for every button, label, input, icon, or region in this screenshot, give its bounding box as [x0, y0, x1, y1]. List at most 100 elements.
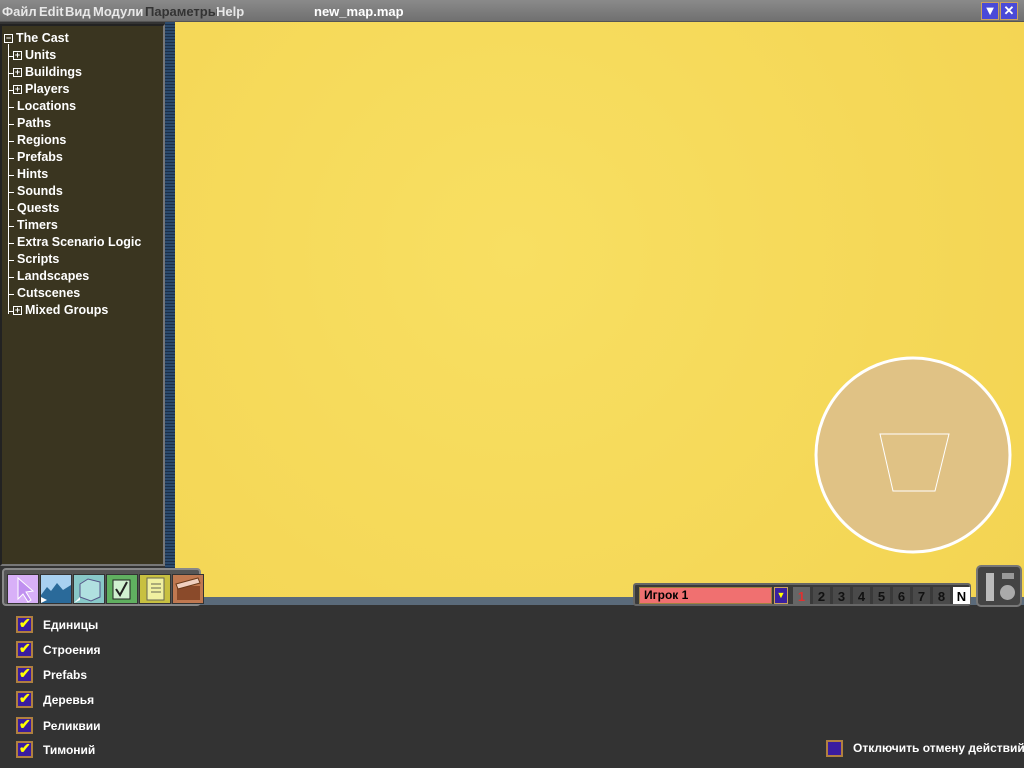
notes-tool-button[interactable] [139, 574, 171, 604]
tree-item[interactable]: + Units [13, 48, 56, 62]
terrain-tool-button[interactable] [40, 574, 72, 604]
tree-connector [8, 107, 14, 108]
undo-disable-label: Отключить отмену действий [853, 741, 1024, 755]
checkmark-icon: ✔ [19, 690, 31, 706]
tree-item[interactable]: Hints [17, 167, 48, 181]
checkmark-icon: ✔ [19, 615, 31, 631]
tree-item[interactable]: Locations [17, 99, 76, 113]
player-number-button[interactable]: N [953, 587, 970, 604]
tree-item[interactable]: Paths [17, 116, 51, 130]
tree-root-label: The Cast [16, 31, 69, 45]
window-title: new_map.map [314, 4, 404, 19]
checkmark-icon: ✔ [19, 665, 31, 681]
player-number-button[interactable]: 4 [853, 587, 870, 604]
player-number-button[interactable]: 6 [893, 587, 910, 604]
expand-icon[interactable]: + [13, 306, 22, 315]
chevron-down-icon: ▼ [983, 3, 997, 18]
player-number-button[interactable]: 8 [933, 587, 950, 604]
tool-palette [2, 568, 204, 606]
collapse-icon[interactable]: − [4, 34, 13, 43]
zoom-slider[interactable] [986, 573, 994, 601]
tree-connector [8, 260, 14, 261]
tree-connector [8, 192, 14, 193]
filter-checkbox[interactable]: ✔ [16, 716, 33, 734]
tree-item-label: Scripts [17, 252, 60, 266]
menu-modules[interactable]: Модули [93, 4, 143, 19]
select-tool-button[interactable] [7, 574, 39, 604]
tree-item-label: Cutscenes [17, 286, 81, 300]
arrow-cursor-icon [17, 576, 35, 603]
player-number-button[interactable]: 3 [833, 587, 850, 604]
tree-connector [8, 294, 14, 295]
cutscene-tool-button[interactable] [172, 574, 204, 604]
triggers-tool-button[interactable] [106, 574, 138, 604]
tree-item[interactable]: Regions [17, 133, 66, 147]
tree-root[interactable]: − The Cast [4, 31, 69, 45]
rotate-button[interactable] [1000, 585, 1015, 600]
view-controls[interactable] [976, 565, 1022, 607]
tree-line [8, 44, 9, 314]
toggle-button[interactable] [1002, 573, 1014, 579]
tree-connector [8, 124, 14, 125]
tree-item[interactable]: + Mixed Groups [13, 303, 108, 317]
tree-item[interactable]: Prefabs [17, 150, 63, 164]
cube-icon [74, 578, 101, 603]
player-number-button[interactable]: 2 [813, 587, 830, 604]
checkmark-icon: ✔ [19, 716, 31, 732]
tree-item[interactable]: Sounds [17, 184, 63, 198]
menu-edit[interactable]: Edit [39, 4, 64, 19]
tree-item-label: Units [25, 48, 57, 62]
player-number-button[interactable]: 1 [793, 587, 810, 604]
checkmark-icon: ✔ [19, 740, 31, 756]
tree-item-label: Players [25, 82, 70, 96]
filter-checkbox[interactable]: ✔ [16, 690, 33, 708]
tree-item-label: Mixed Groups [25, 303, 109, 317]
minimize-button[interactable]: ▼ [981, 2, 999, 20]
close-button[interactable]: ✕ [1000, 2, 1018, 20]
tree-connector [8, 226, 14, 227]
player-select[interactable]: Игрок 1 [639, 587, 772, 604]
filter-checkbox[interactable]: ✔ [16, 740, 33, 758]
menu-help[interactable]: Help [216, 4, 244, 19]
tree-item[interactable]: Quests [17, 201, 59, 215]
map-canvas[interactable] [175, 22, 1024, 598]
filter-label: Строения [43, 643, 101, 657]
menu-file[interactable]: Файл [2, 4, 37, 19]
filter-checkbox[interactable]: ✔ [16, 615, 33, 633]
player-number-button[interactable]: 5 [873, 587, 890, 604]
tree-item[interactable]: Landscapes [17, 269, 89, 283]
tree-item[interactable]: Scripts [17, 252, 59, 266]
player-bar: Игрок 1 ▼ 12345678N [633, 583, 971, 606]
filter-label: Тимоний [43, 743, 96, 757]
tree-item-label: Regions [17, 133, 67, 147]
expand-icon[interactable]: + [13, 68, 22, 77]
tree-connector [8, 158, 14, 159]
tree-item-label: Timers [17, 218, 58, 232]
tree-item[interactable]: + Buildings [13, 65, 82, 79]
tree-item-label: Prefabs [17, 150, 63, 164]
filter-checkbox[interactable]: ✔ [16, 665, 33, 683]
tree-item[interactable]: + Players [13, 82, 69, 96]
tree-item-label: Hints [17, 167, 49, 181]
mountain-icon [41, 583, 71, 603]
player-dropdown-button[interactable]: ▼ [774, 587, 788, 604]
expand-icon[interactable]: + [13, 85, 22, 94]
minimap-circle [814, 356, 1012, 554]
tree-connector [8, 175, 14, 176]
tree-item-label: Quests [17, 201, 60, 215]
tree-connector [8, 277, 14, 278]
undo-disable-checkbox[interactable] [826, 740, 843, 757]
tree-item[interactable]: Timers [17, 218, 58, 232]
tree-item[interactable]: Cutscenes [17, 286, 80, 300]
filter-checkbox[interactable]: ✔ [16, 640, 33, 658]
tree-item[interactable]: Extra Scenario Logic [17, 235, 141, 249]
checkmark-icon: ✔ [19, 640, 31, 656]
minimap[interactable] [175, 22, 1024, 598]
menu-parameters[interactable]: Параметры [145, 4, 219, 19]
filter-label: Реликвии [43, 719, 101, 733]
expand-icon[interactable]: + [13, 51, 22, 60]
object-tool-button[interactable] [73, 574, 105, 604]
menu-view[interactable]: Вид [65, 4, 91, 19]
player-number-button[interactable]: 7 [913, 587, 930, 604]
splitter[interactable] [165, 22, 175, 598]
